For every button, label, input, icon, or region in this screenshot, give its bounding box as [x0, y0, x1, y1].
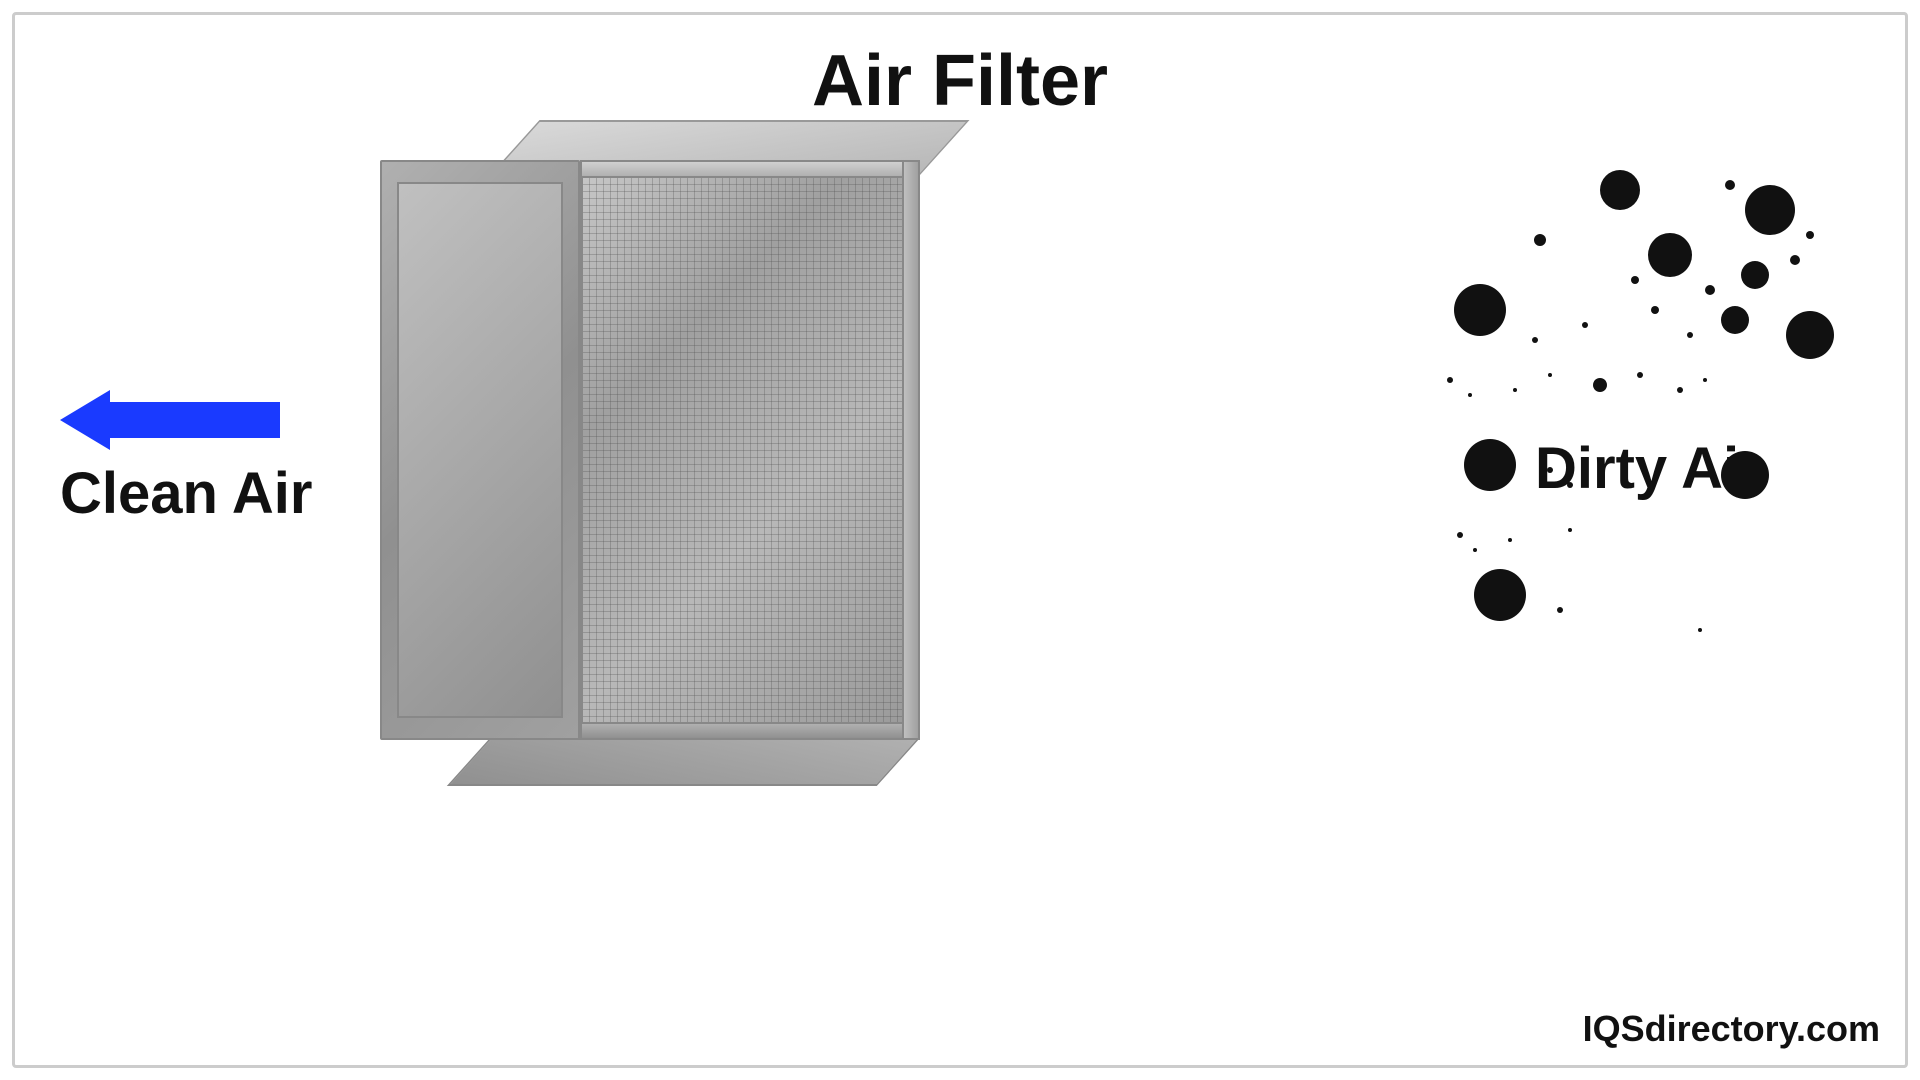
watermark: IQSdirectory.com [1583, 1008, 1880, 1050]
arrow-head-icon [60, 390, 110, 450]
particle [1508, 538, 1512, 542]
particle [1593, 378, 1607, 392]
particle [1790, 255, 1800, 265]
particle [1677, 387, 1683, 393]
particle [1454, 284, 1506, 336]
particle [1468, 393, 1472, 397]
particle [1474, 569, 1526, 621]
particle [1721, 451, 1769, 499]
particle [1703, 378, 1707, 382]
particle [1547, 467, 1553, 473]
particle [1745, 185, 1795, 235]
particle [1582, 322, 1588, 328]
particle [1513, 388, 1517, 392]
clean-air-section: Clean Air [60, 390, 312, 527]
particle [1637, 372, 1643, 378]
particle [1548, 373, 1552, 377]
filter-frame-top [580, 160, 920, 178]
particle [1534, 234, 1546, 246]
filter-bottom-face [447, 738, 920, 786]
particle [1698, 628, 1702, 632]
particle [1725, 180, 1735, 190]
particle [1464, 439, 1516, 491]
filter-frame-right [902, 160, 920, 740]
clean-air-label: Clean Air [60, 460, 312, 527]
particle [1786, 311, 1834, 359]
particle [1532, 337, 1538, 343]
arrow-container [60, 390, 312, 450]
filter-left-panel [380, 160, 580, 740]
particle [1457, 532, 1463, 538]
particle [1651, 306, 1659, 314]
particle [1631, 276, 1639, 284]
particle [1648, 233, 1692, 277]
particle [1557, 607, 1563, 613]
particle [1447, 377, 1453, 383]
particle [1473, 548, 1477, 552]
air-filter-illustration [380, 120, 920, 760]
filter-left-inner-panel [397, 182, 563, 718]
particle [1741, 261, 1769, 289]
particle [1806, 231, 1814, 239]
particle [1568, 528, 1572, 532]
dirty-air-section: Dirty Air [1440, 180, 1840, 730]
arrow-body [110, 402, 280, 438]
page-title: Air Filter [812, 40, 1108, 122]
particle [1600, 170, 1640, 210]
particle [1705, 285, 1715, 295]
filter-front-mesh [580, 160, 920, 740]
particle [1687, 332, 1693, 338]
particle [1721, 306, 1749, 334]
particle [1567, 482, 1573, 488]
